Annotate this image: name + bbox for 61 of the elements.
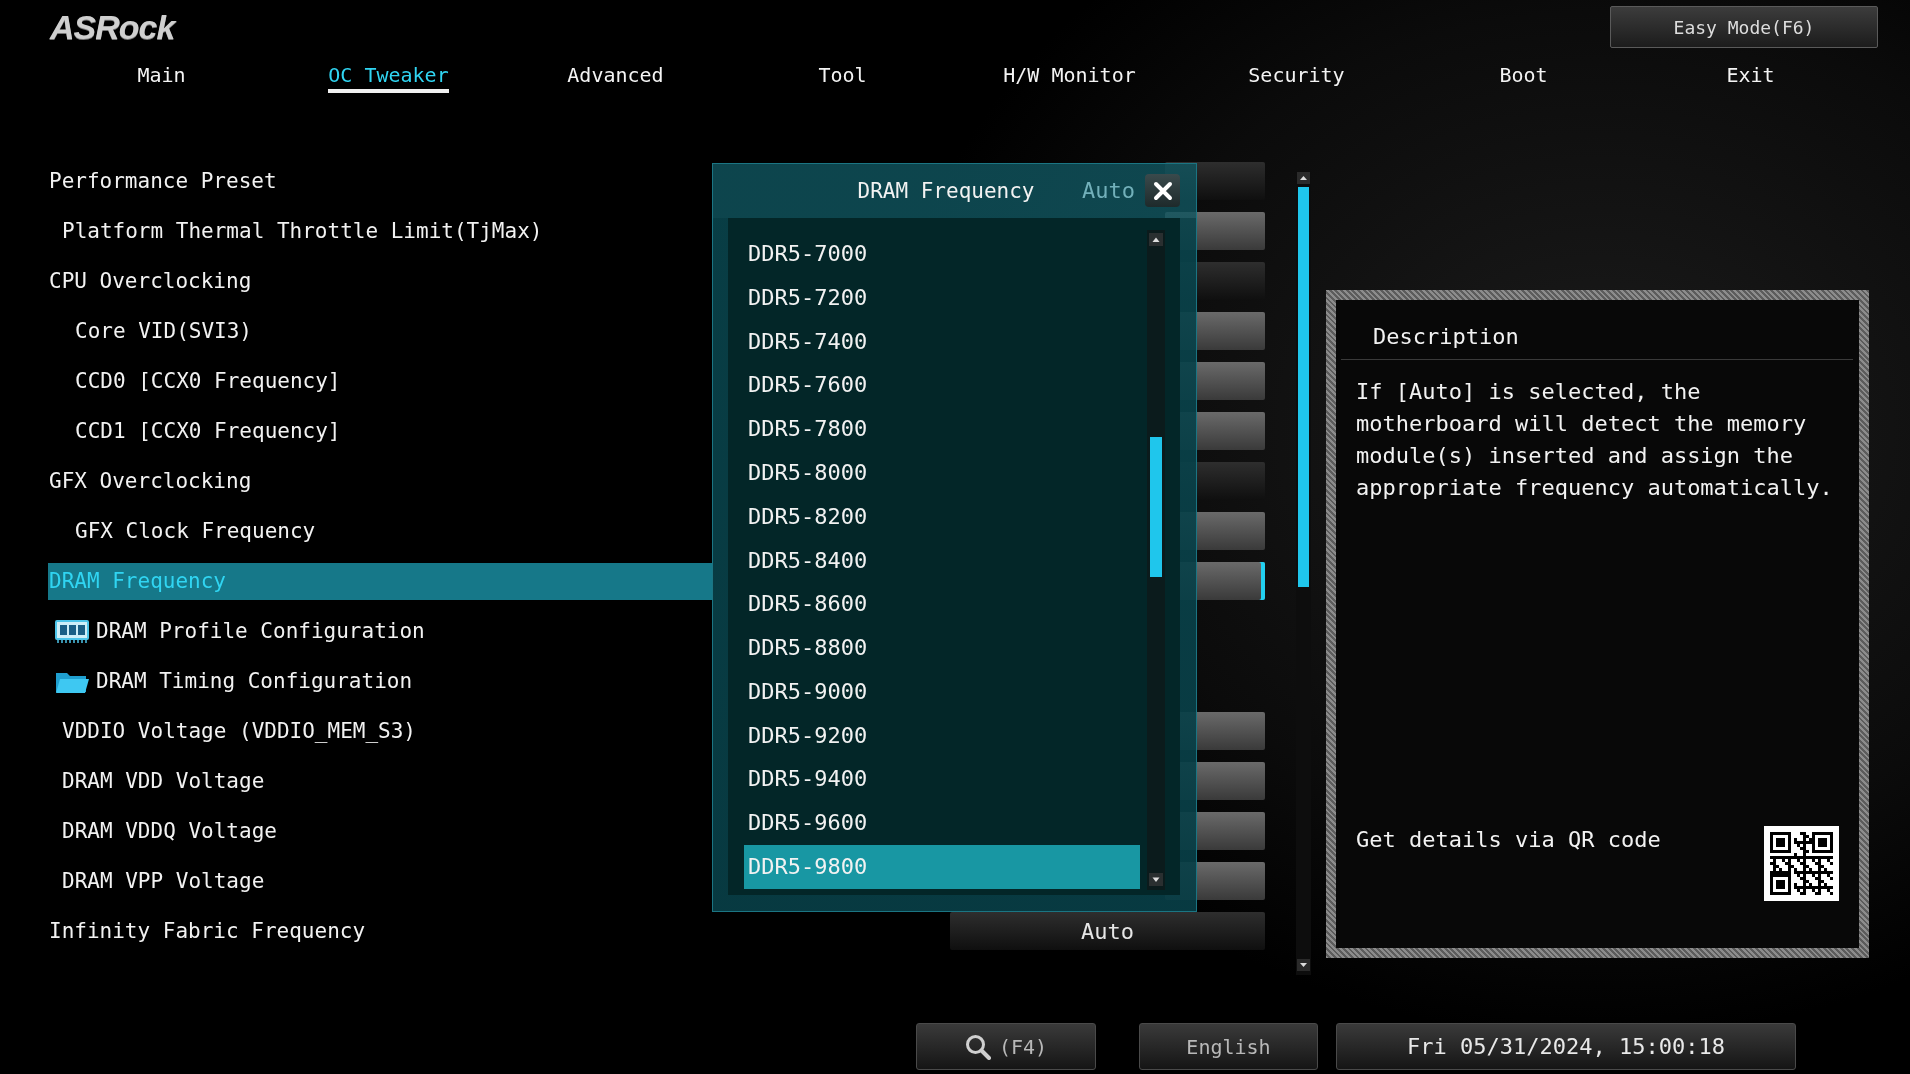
list-option[interactable]: DDR5-7600 [744,363,1140,408]
list-option[interactable]: DDR5-8000 [744,450,1140,495]
tab[interactable]: OC Tweaker [328,63,449,93]
scroll-down-icon[interactable] [1149,872,1163,886]
easy-mode-button[interactable]: Easy Mode(F6) [1610,6,1878,48]
scroll-up-icon[interactable] [1297,172,1310,184]
qr-code-icon [1764,826,1839,901]
menu-item[interactable]: DRAM Timing Configuration [48,662,413,700]
menu-item[interactable]: Core VID(SVI3) [48,312,252,350]
brand-logo: ASRock [50,10,175,44]
scrollbar[interactable] [1296,171,1311,975]
menu-item[interactable]: DRAM Profile Configuration [48,612,425,650]
scroll-down-icon[interactable] [1297,959,1310,971]
list-option[interactable]: DDR5-8600 [744,582,1140,627]
menu-item[interactable]: CPU Overclocking [48,262,252,300]
menu-item[interactable]: CCD0 [CCX0 Frequency] [48,362,341,400]
value-field[interactable]: Auto [950,912,1265,950]
menu-item[interactable]: Platform Thermal Throttle Limit(TjMax) [48,212,543,250]
scrollbar[interactable] [1147,229,1165,890]
memory-module-icon [55,619,89,643]
list-option[interactable]: DDR5-7200 [744,275,1140,320]
list-option[interactable]: DDR5-9600 [744,801,1140,846]
list-option[interactable]: DDR5-7400 [744,319,1140,364]
menu-item[interactable]: CCD1 [CCX0 Frequency] [48,412,341,450]
scrollbar-thumb[interactable] [1298,187,1309,587]
tab[interactable]: Security [1248,63,1345,93]
tab[interactable]: Boot [1499,63,1548,93]
language-button[interactable]: English [1139,1023,1318,1070]
list-option[interactable]: DDR5-8400 [744,538,1140,583]
list-option[interactable]: DDR5-8200 [744,494,1140,539]
menu-item[interactable]: DRAM VDD Voltage [48,762,265,800]
list-option[interactable]: DDR5-7800 [744,407,1140,451]
description-text: If [Auto] is selected, the motherboard will detect the memory module(s) inserted and assign the appropriate frequency automatically. [1356,378,1834,502]
menu-item[interactable]: GFX Overclocking [48,462,252,500]
scroll-up-icon[interactable] [1149,232,1163,246]
list-option[interactable]: DDR5-9200 [744,713,1140,758]
tab[interactable]: Main [137,63,186,93]
setting-value: Auto [1082,177,1135,204]
list-option[interactable]: DDR5-7000 [744,231,1140,276]
date-time-display: Fri 05/31/2024, 15:00:18 [1336,1023,1796,1070]
menu-item[interactable]: DRAM VDDQ Voltage [48,812,277,850]
list-option[interactable]: DDR5-8800 [744,626,1140,670]
close-icon [1152,180,1173,201]
tab[interactable]: H/W Monitor [1003,63,1136,93]
tab[interactable]: Tool [818,63,867,93]
search-icon [964,1033,991,1060]
list-option[interactable]: DDR5-9400 [744,757,1140,802]
qr-caption: Get details via QR code [1356,826,1661,854]
search-button[interactable]: (F4) [916,1023,1096,1070]
scrollbar-thumb[interactable] [1150,436,1162,577]
dialog-title: DRAM Frequency [857,177,1035,204]
menu-item[interactable]: GFX Clock Frequency [48,512,316,550]
menu-item[interactable]: Infinity Fabric Frequency [48,912,366,950]
menu-item[interactable]: Performance Preset [48,162,277,200]
tab[interactable]: Exit [1726,63,1775,93]
menu-item[interactable]: VDDIO Voltage (VDDIO_MEM_S3) [48,712,416,750]
menu-item[interactable]: DRAM VPP Voltage [48,862,265,900]
list-option[interactable]: DDR5-9000 [744,669,1140,714]
tab[interactable]: Advanced [567,63,664,93]
description-title: Description [1373,324,1519,349]
close-button[interactable] [1145,174,1180,208]
